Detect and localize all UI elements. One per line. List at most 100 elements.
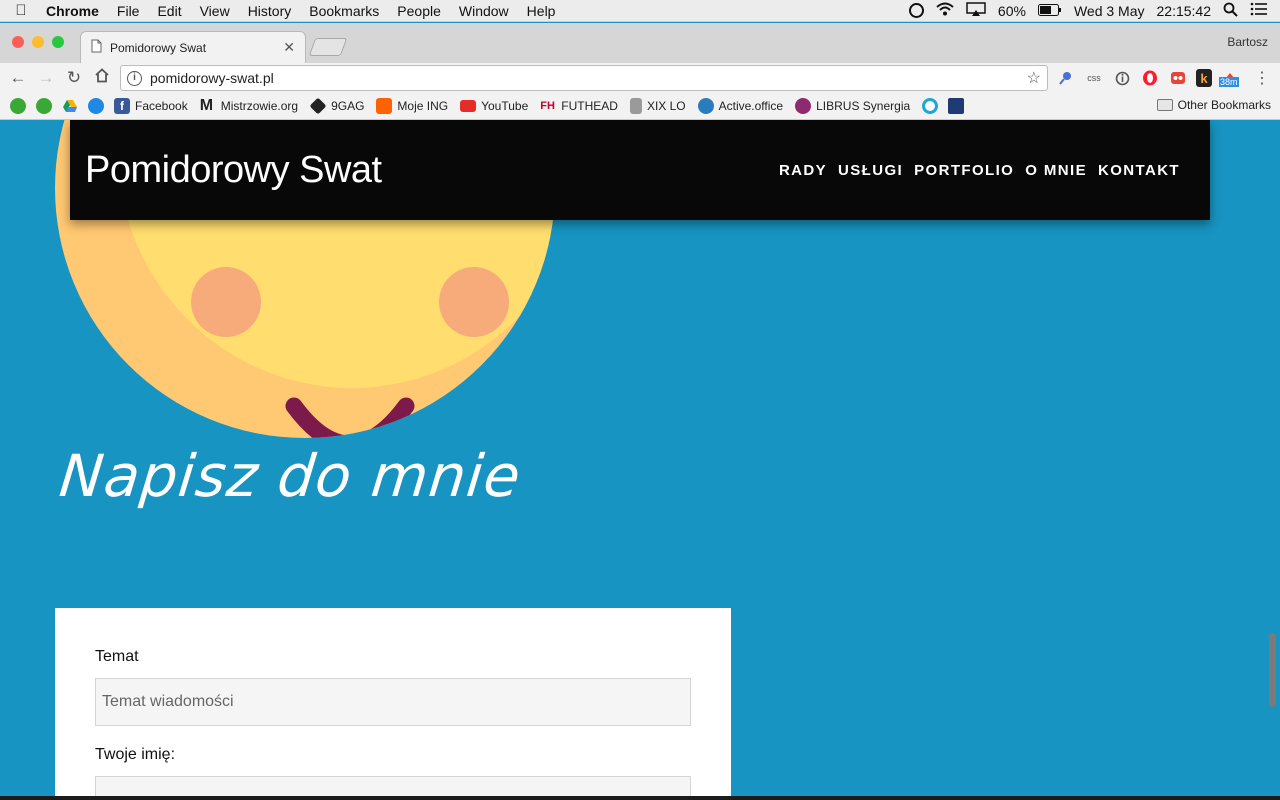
- menubar-time[interactable]: 22:15:42: [1157, 3, 1212, 19]
- folder-icon: [1156, 99, 1173, 111]
- battery-icon[interactable]: [1037, 3, 1062, 19]
- menu-help[interactable]: Help: [518, 3, 565, 19]
- close-window-button[interactable]: [12, 36, 24, 48]
- nav-o-mnie[interactable]: O MNIE: [1025, 162, 1087, 179]
- macos-menubar:  Chrome File Edit View History Bookmark…: [0, 0, 1280, 22]
- back-arrow-icon[interactable]: ←: [4, 68, 32, 88]
- address-bar[interactable]: i pomidorowy-swat.pl ☆: [120, 65, 1048, 91]
- left-cheek: [191, 267, 261, 337]
- bookmark-mistrzowie[interactable]: M Mistrzowie.org: [200, 98, 298, 114]
- chrome-menu-icon[interactable]: ⋮: [1254, 68, 1270, 88]
- nav-portfolio[interactable]: PORTFOLIO: [914, 162, 1014, 179]
- status-info-icon[interactable]: [908, 3, 924, 18]
- green-refresh-icon: [10, 98, 26, 114]
- name-input[interactable]: [95, 776, 691, 796]
- contact-title: Napisz do mnie: [56, 442, 525, 510]
- bookmark-star-icon[interactable]: ☆: [1027, 68, 1041, 88]
- bookmark-librus[interactable]: LIBRUS Synergia: [795, 98, 910, 114]
- bookmark-label: Moje ING: [397, 99, 449, 113]
- bookmarks-bar: f Facebook M Mistrzowie.org 9GAG Moje IN…: [0, 93, 1280, 120]
- bookmark-label: 9GAG: [331, 99, 365, 113]
- home-icon[interactable]: [88, 68, 116, 88]
- opera-extension-icon[interactable]: [1140, 68, 1160, 88]
- css-extension-icon[interactable]: css: [1084, 68, 1104, 88]
- green-refresh-icon: [36, 98, 52, 114]
- page-viewport: Pomidorowy Swat RADY USŁUGI PORTFOLIO O …: [0, 120, 1280, 796]
- red-extension-icon[interactable]: [1168, 68, 1188, 88]
- bookmark-futhead[interactable]: FH FUTHEAD: [540, 98, 618, 114]
- tab-title: Pomidorowy Swat: [110, 40, 207, 55]
- 9gag-icon: [309, 97, 327, 115]
- address-url[interactable]: pomidorowy-swat.pl: [150, 70, 1027, 86]
- nav-rady[interactable]: RADY: [779, 162, 827, 179]
- smile-mouth: [285, 397, 415, 438]
- site-info-icon[interactable]: i: [127, 70, 142, 86]
- page-scrollbar[interactable]: [1269, 633, 1276, 707]
- timer-extension-icon[interactable]: 38m: [1219, 68, 1240, 88]
- bookmark-xix-lo[interactable]: XIX LO: [629, 98, 686, 114]
- site-brand[interactable]: Pomidorowy Swat: [85, 149, 382, 192]
- contact-form: Temat Twoje imię:: [55, 608, 731, 796]
- menu-window[interactable]: Window: [450, 3, 518, 19]
- window-controls: [12, 36, 64, 48]
- k-extension-icon[interactable]: k: [1196, 69, 1212, 87]
- window-bottom-edge: [0, 796, 1280, 800]
- mistrzowie-icon: M: [199, 97, 214, 114]
- bookmark-9gag[interactable]: 9GAG: [309, 97, 365, 115]
- bookmark-item[interactable]: [88, 98, 104, 114]
- main-nav: RADY USŁUGI PORTFOLIO O MNIE KONTAKT: [779, 162, 1180, 179]
- bookmark-label: Facebook: [135, 99, 188, 113]
- futhead-icon: FH: [540, 100, 555, 112]
- pin-extension-icon[interactable]: [1056, 68, 1076, 88]
- apple-menu-icon[interactable]: : [0, 2, 42, 19]
- airplay-icon[interactable]: [966, 2, 986, 19]
- bookmark-active-office[interactable]: Active.office: [697, 98, 784, 114]
- nav-kontakt[interactable]: KONTAKT: [1098, 162, 1180, 179]
- info-extension-icon[interactable]: [1112, 68, 1132, 88]
- bookmark-facebook[interactable]: f Facebook: [114, 98, 188, 114]
- messenger-icon: [88, 98, 104, 114]
- menu-file[interactable]: File: [108, 3, 149, 19]
- notification-center-icon[interactable]: [1250, 2, 1268, 19]
- new-tab-button[interactable]: [308, 38, 348, 56]
- wifi-icon[interactable]: [936, 2, 954, 19]
- battery-percent: 60%: [997, 2, 1026, 19]
- menu-view[interactable]: View: [191, 3, 239, 19]
- bookmark-item[interactable]: [10, 98, 26, 114]
- extensions-area: css k 38m: [1056, 68, 1240, 88]
- bookmark-youtube[interactable]: YouTube: [460, 99, 528, 113]
- bookmark-label: Active.office: [718, 99, 784, 113]
- bookmark-label: Mistrzowie.org: [220, 99, 299, 113]
- browser-tabstrip: Pomidorowy Swat ✕ Bartosz: [0, 23, 1280, 63]
- nav-uslugi[interactable]: USŁUGI: [838, 162, 903, 179]
- menu-history[interactable]: History: [239, 3, 301, 19]
- active-tab[interactable]: Pomidorowy Swat ✕: [80, 31, 306, 63]
- site-header: Pomidorowy Swat RADY USŁUGI PORTFOLIO O …: [70, 120, 1210, 220]
- librus-icon: [795, 98, 812, 114]
- name-label: Twoje imię:: [95, 746, 176, 763]
- menu-app-name[interactable]: Chrome: [42, 3, 108, 19]
- circle-app-icon: [922, 98, 939, 114]
- bookmark-ing[interactable]: Moje ING: [376, 98, 448, 114]
- ing-icon: [376, 98, 393, 114]
- menu-people[interactable]: People: [388, 3, 450, 19]
- school-crest-icon: [629, 98, 642, 114]
- bookmark-item[interactable]: [62, 98, 78, 114]
- menu-edit[interactable]: Edit: [148, 3, 190, 19]
- close-tab-icon[interactable]: ✕: [283, 39, 295, 56]
- minimize-window-button[interactable]: [32, 36, 44, 48]
- bookmark-item[interactable]: [36, 98, 52, 114]
- forward-arrow-icon[interactable]: →: [32, 68, 60, 88]
- bl-app-icon: [948, 98, 965, 114]
- bookmark-label: YouTube: [481, 99, 529, 113]
- menubar-date: Wed 3 May: [1073, 2, 1145, 19]
- menu-bookmarks[interactable]: Bookmarks: [300, 3, 388, 19]
- profile-name[interactable]: Bartosz: [1227, 35, 1268, 49]
- maximize-window-button[interactable]: [52, 36, 64, 48]
- reload-icon[interactable]: ↻: [60, 68, 88, 88]
- other-bookmarks[interactable]: Other Bookmarks: [1156, 98, 1271, 112]
- subject-input[interactable]: [95, 678, 691, 726]
- spotlight-search-icon[interactable]: [1223, 2, 1238, 20]
- bookmark-item[interactable]: [948, 98, 965, 114]
- bookmark-item[interactable]: [922, 98, 939, 114]
